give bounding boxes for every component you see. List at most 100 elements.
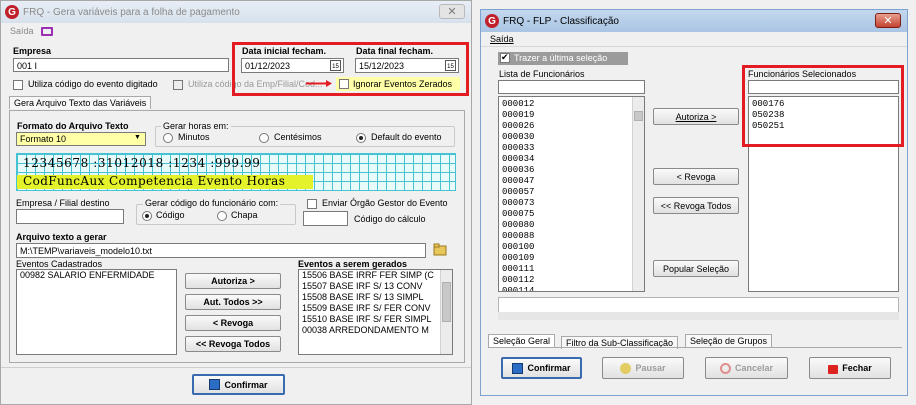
list-item[interactable]: 00038 ARREDONDAMENTO M [299,325,452,336]
list-item[interactable]: 000047 [499,176,644,187]
revoga-todos-button[interactable]: << Revoga Todos [653,197,739,214]
list-item[interactable]: 15510 BASE IRF S/ FER SIMPL [299,314,452,325]
aut-todos-button[interactable]: Aut. Todos >> [185,294,281,310]
popular-selecao-button[interactable]: Popular Seleção [653,260,739,277]
menu-saida-label: Saída [490,34,514,44]
revoga-button[interactable]: < Revoga [653,168,739,185]
list-item[interactable]: 000109 [499,253,644,264]
tab-selecao-geral[interactable]: Seleção Geral [488,334,556,347]
save-icon [209,379,221,390]
list-item[interactable]: 000057 [499,187,644,198]
arquivo-field[interactable]: M:\TEMP\variaveis_modelo10.txt [16,243,426,258]
empresa-filial-field[interactable] [16,209,124,224]
list-item[interactable]: 000100 [499,242,644,253]
chk-codigo-emp[interactable] [173,80,183,90]
list-item[interactable]: 000112 [499,275,644,286]
tab-selecao-grupos[interactable]: Seleção de Grupos [685,334,773,347]
radio-minutos-label: Minutos [178,132,210,142]
codigo-calculo-field[interactable] [303,211,348,226]
preview-line2: CodFuncAux Competencia Evento Horas [23,174,286,188]
confirmar-button-label: Confirmar [527,363,571,373]
codigo-calculo-label: Código do cálculo [354,214,426,224]
trazer-label: Trazer a última seleção [514,53,608,63]
list-item[interactable]: 000114 [499,286,644,291]
monitor-icon[interactable] [41,27,53,36]
cancelar-button[interactable]: Cancelar [705,357,788,379]
pausar-button[interactable]: Pausar [602,357,684,379]
right-window-title: FRQ - FLP - Classificação [503,15,619,27]
chk-codigo-evento[interactable] [13,80,23,90]
list-item[interactable]: 000030 [499,132,644,143]
tab-gera-arquivo[interactable]: Gera Arquivo Texto das Variáveis [9,96,152,109]
radio-minutos[interactable] [163,133,173,143]
radio-codigo-label: Código [156,210,185,220]
revoga-todos-button[interactable]: << Revoga Todos [185,336,281,352]
chk-codigo-evento-label: Utiliza código do evento digitado [28,79,158,89]
tab-divider [488,347,902,348]
list-item[interactable]: 000088 [499,231,644,242]
radio-codigo[interactable] [142,211,152,221]
list-item[interactable]: 000073 [499,198,644,209]
list-item[interactable]: 000111 [499,264,644,275]
revoga-button[interactable]: < Revoga [185,315,281,331]
list-item[interactable]: 000034 [499,154,644,165]
lista-search-field[interactable] [498,80,645,94]
app-logo-icon: G [485,14,499,28]
folder-icon[interactable] [433,243,448,256]
confirmar-button-label: Confirmar [224,379,268,390]
list-item[interactable]: 000012 [499,99,644,110]
cancel-icon [719,362,731,374]
radio-centesimos[interactable] [259,133,269,143]
app-logo-icon: G [5,5,19,19]
close-icon[interactable]: ✕ [875,13,901,28]
highlight-box [232,42,469,96]
empresa-label: Empresa [13,46,52,56]
list-item[interactable]: 15507 BASE IRF S/ 13 CONV [299,281,452,292]
save-icon [512,362,524,374]
list-item[interactable]: 000026 [499,121,644,132]
eventos-cadastrados-list[interactable]: 00982 SALARIO ENFERMIDADE [16,269,177,355]
gerar-codigo-label: Gerar código do funcionário com: [143,198,281,208]
lista-label: Lista de Funcionários [499,69,585,79]
list-item[interactable]: 15508 BASE IRF S/ 13 SIMPL [299,292,452,303]
menu-divider [481,46,907,47]
list-item[interactable]: 15509 BASE IRF S/ FER CONV [299,303,452,314]
empresa-field[interactable]: 001 I [13,58,229,72]
confirmar-button[interactable]: Confirmar [501,357,582,379]
chevron-down-icon[interactable]: ▼ [134,134,141,141]
scrollbar[interactable] [632,97,644,291]
eventos-gerados-label: Eventos a serem gerados [298,259,408,269]
eventos-cadastrados-label: Eventos Cadastrados [16,259,103,269]
list-item[interactable]: 00982 SALARIO ENFERMIDADE [17,270,176,281]
fechar-button[interactable]: Fechar [809,357,891,379]
right-window: G FRQ - FLP - Classificação ✕ Saída Traz… [480,9,908,396]
radio-default[interactable] [356,133,366,143]
list-item[interactable]: 000075 [499,209,644,220]
autoriza-button[interactable]: Autoriza > [653,108,739,125]
close-icon[interactable]: ✕ [439,4,465,19]
radio-chapa[interactable] [217,211,227,221]
chk-enviar-orgao[interactable] [307,199,317,209]
list-item[interactable]: 000033 [499,143,644,154]
left-titlebar: G FRQ - Gera variáveis para a folha de p… [1,1,471,23]
menu-saida[interactable]: Saída [490,34,514,44]
gerar-horas-label: Gerar horas em: [161,121,231,131]
eventos-gerados-list[interactable]: 15506 BASE IRRF FER SIMP (C 15507 BASE I… [298,269,453,355]
confirmar-button[interactable]: Confirmar [192,374,285,395]
formato-select[interactable]: Formato 10 [16,132,146,146]
formato-select-value: Formato 10 [20,134,67,144]
menu-saida[interactable]: Saída [10,26,34,36]
formato-label: Formato do Arquivo Texto [17,121,129,131]
enviar-orgao-label: Enviar Órgão Gestor do Evento [322,198,448,208]
list-item[interactable]: 000019 [499,110,644,121]
list-item[interactable]: 000036 [499,165,644,176]
lista-funcionarios[interactable]: 000012 000019 000026 000030 000033 00003… [498,96,645,292]
chk-trazer-ultima[interactable] [500,52,510,63]
arquivo-label: Arquivo texto a gerar [16,232,107,242]
scrollbar[interactable] [440,270,452,354]
autoriza-button[interactable]: Autoriza > [185,273,281,289]
list-item[interactable]: 15506 BASE IRRF FER SIMP (C [299,270,452,281]
status-scrollbar[interactable] [498,312,899,320]
list-item[interactable]: 000080 [499,220,644,231]
pausar-button-label: Pausar [635,363,666,373]
